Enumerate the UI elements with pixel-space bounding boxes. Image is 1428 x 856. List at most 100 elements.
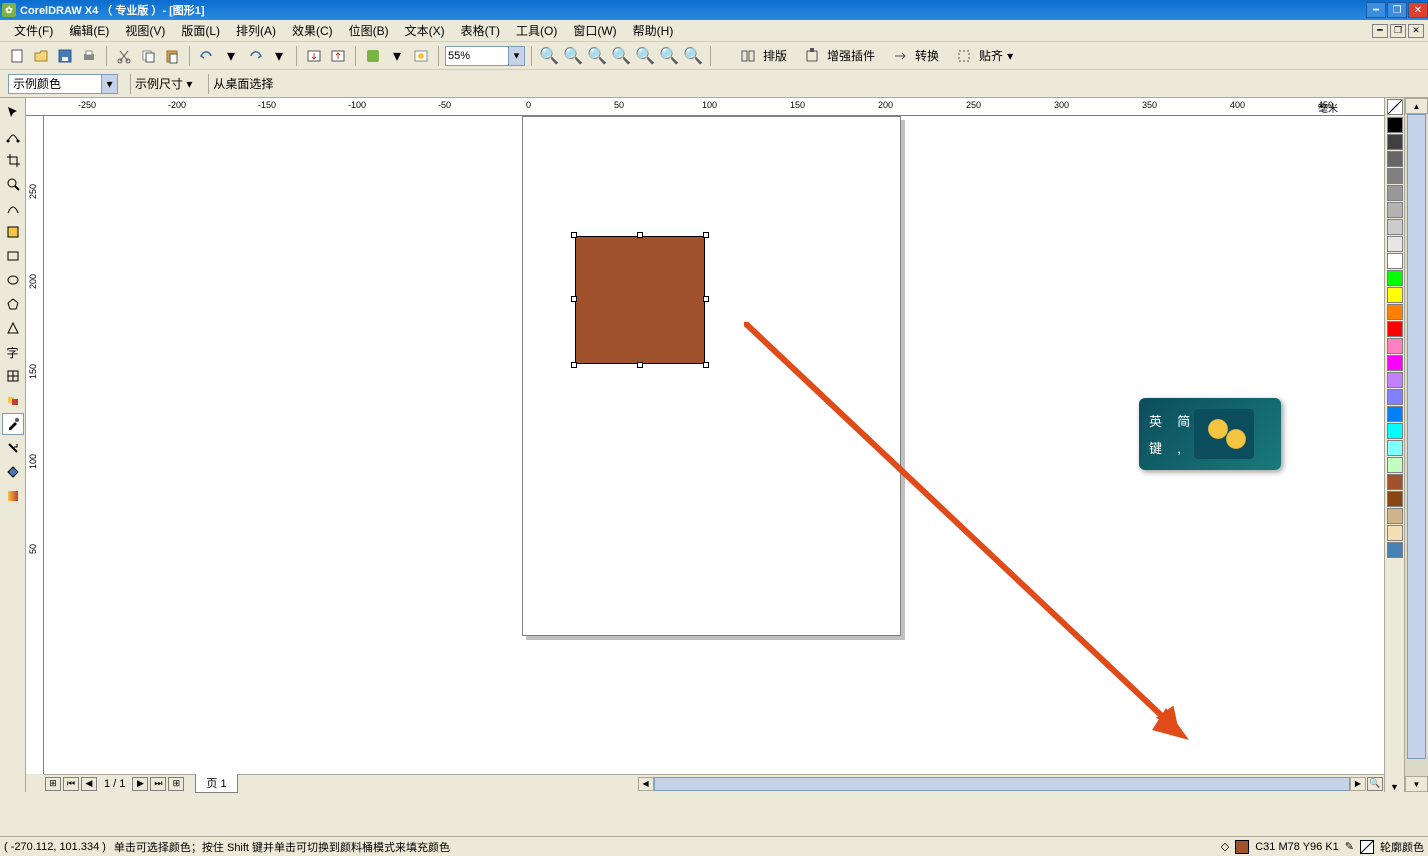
fill-tool-icon[interactable] xyxy=(2,461,24,483)
horizontal-scrollbar[interactable]: ◀ ▶ xyxy=(638,777,1366,791)
color-swatch[interactable] xyxy=(1387,474,1403,490)
menu-text[interactable]: 文本(X) xyxy=(397,20,453,41)
zoom-selection-icon[interactable]: 🔍 xyxy=(586,45,608,67)
menu-bitmap[interactable]: 位图(B) xyxy=(341,20,397,41)
vertical-ruler[interactable]: 250 200 150 100 50 xyxy=(26,116,44,774)
selection-handle[interactable] xyxy=(571,362,577,368)
palette-scroll-down[interactable]: ▼ xyxy=(1385,782,1404,792)
color-swatch[interactable] xyxy=(1387,168,1403,184)
polygon-tool-icon[interactable] xyxy=(2,293,24,315)
color-swatch[interactable] xyxy=(1387,117,1403,133)
color-swatch[interactable] xyxy=(1387,525,1403,541)
selection-handle[interactable] xyxy=(703,362,709,368)
pick-tool-icon[interactable] xyxy=(2,101,24,123)
color-swatch[interactable] xyxy=(1387,219,1403,235)
drawing-canvas[interactable]: 英 简 键 , xyxy=(44,116,1384,774)
selection-handle[interactable] xyxy=(703,296,709,302)
undo-dropdown-icon[interactable]: ▾ xyxy=(220,45,242,67)
menu-arrange[interactable]: 排列(A) xyxy=(228,20,284,41)
scroll-up-icon[interactable]: ▲ xyxy=(1405,98,1428,114)
scroll-down-icon[interactable]: ▼ xyxy=(1405,776,1428,792)
zoom-tool-icon[interactable] xyxy=(2,173,24,195)
menu-view[interactable]: 视图(V) xyxy=(117,20,173,41)
import-icon[interactable] xyxy=(303,45,325,67)
color-swatch[interactable] xyxy=(1387,270,1403,286)
doc-minimize-button[interactable]: ━ xyxy=(1372,24,1388,38)
color-swatch[interactable] xyxy=(1387,457,1403,473)
prev-page-button[interactable]: ◀ xyxy=(81,777,97,791)
color-swatch[interactable] xyxy=(1387,372,1403,388)
color-swatch[interactable] xyxy=(1387,134,1403,150)
menu-layout[interactable]: 版面(L) xyxy=(173,20,228,41)
selection-handle[interactable] xyxy=(703,232,709,238)
redo-dropdown-icon[interactable]: ▾ xyxy=(268,45,290,67)
plugin-group-icon[interactable] xyxy=(801,45,823,67)
export-icon[interactable] xyxy=(327,45,349,67)
color-swatch[interactable] xyxy=(1387,355,1403,371)
zoom-height-icon[interactable]: 🔍 xyxy=(682,45,704,67)
vertical-scrollbar[interactable]: ▲ ▼ xyxy=(1404,98,1428,792)
scroll-thumb[interactable] xyxy=(654,777,1350,791)
doc-restore-button[interactable]: ❐ xyxy=(1390,24,1406,38)
text-tool-icon[interactable]: 字 xyxy=(2,341,24,363)
color-swatch[interactable] xyxy=(1387,151,1403,167)
color-swatch[interactable] xyxy=(1387,202,1403,218)
snap-dropdown[interactable]: ▾ xyxy=(1007,49,1013,63)
color-swatch[interactable] xyxy=(1387,287,1403,303)
maximize-button[interactable]: ❐ xyxy=(1387,2,1407,18)
navigator-icon[interactable]: 🔍 xyxy=(1367,777,1383,791)
outline-color-swatch[interactable] xyxy=(1360,840,1374,854)
outline-tool-icon[interactable] xyxy=(2,437,24,459)
redo-icon[interactable] xyxy=(244,45,266,67)
shape-tool-icon[interactable] xyxy=(2,125,24,147)
zoom-level-combo[interactable]: 55% ▾ xyxy=(445,46,525,66)
freehand-tool-icon[interactable] xyxy=(2,197,24,219)
color-swatch[interactable] xyxy=(1387,253,1403,269)
snap-group-label[interactable]: 贴齐 xyxy=(979,47,1003,64)
no-color-swatch[interactable] xyxy=(1387,99,1403,115)
page-tab[interactable]: 页 1 xyxy=(195,774,237,793)
close-button[interactable]: ✕ xyxy=(1408,2,1428,18)
layout-group-label[interactable]: 排版 xyxy=(763,47,787,64)
menu-help[interactable]: 帮助(H) xyxy=(625,20,682,41)
menu-effects[interactable]: 效果(C) xyxy=(284,20,341,41)
first-page-button[interactable]: ⏮ xyxy=(63,777,79,791)
app-launcher-dropdown[interactable]: ▾ xyxy=(386,45,408,67)
welcome-icon[interactable] xyxy=(410,45,432,67)
interactive-fill-icon[interactable] xyxy=(2,485,24,507)
chevron-down-icon[interactable]: ▾ xyxy=(101,75,117,93)
menu-table[interactable]: 表格(T) xyxy=(453,20,508,41)
undo-icon[interactable] xyxy=(196,45,218,67)
color-swatch[interactable] xyxy=(1387,185,1403,201)
rectangle-tool-icon[interactable] xyxy=(2,245,24,267)
app-launcher-icon[interactable] xyxy=(362,45,384,67)
color-swatch[interactable] xyxy=(1387,321,1403,337)
eyedropper-tool-icon[interactable] xyxy=(2,413,24,435)
color-swatch[interactable] xyxy=(1387,440,1403,456)
color-swatch[interactable] xyxy=(1387,542,1403,558)
color-swatch[interactable] xyxy=(1387,491,1403,507)
ime-indicator[interactable]: 英 简 键 , xyxy=(1139,398,1281,470)
minimize-button[interactable]: ━ xyxy=(1366,2,1386,18)
scroll-left-icon[interactable]: ◀ xyxy=(638,777,654,791)
interactive-tool-icon[interactable] xyxy=(2,389,24,411)
menu-window[interactable]: 窗口(W) xyxy=(565,20,624,41)
snap-group-icon[interactable] xyxy=(953,45,975,67)
sample-size-label[interactable]: 示例尺寸 ▾ xyxy=(135,75,192,92)
horizontal-ruler[interactable]: -250 -200 -150 -100 -50 0 50 100 150 200… xyxy=(26,98,1384,116)
add-page-after-button[interactable]: ⊞ xyxy=(168,777,184,791)
zoom-in-icon[interactable]: 🔍 xyxy=(538,45,560,67)
cut-icon[interactable] xyxy=(113,45,135,67)
zoom-page-icon[interactable]: 🔍 xyxy=(634,45,656,67)
color-swatch[interactable] xyxy=(1387,423,1403,439)
convert-group-label[interactable]: 转换 xyxy=(915,47,939,64)
color-swatch[interactable] xyxy=(1387,304,1403,320)
selection-handle[interactable] xyxy=(637,362,643,368)
new-icon[interactable] xyxy=(6,45,28,67)
zoom-width-icon[interactable]: 🔍 xyxy=(658,45,680,67)
doc-close-button[interactable]: ✕ xyxy=(1408,24,1424,38)
scroll-thumb[interactable] xyxy=(1407,114,1426,759)
ellipse-tool-icon[interactable] xyxy=(2,269,24,291)
save-icon[interactable] xyxy=(54,45,76,67)
selection-handle[interactable] xyxy=(571,232,577,238)
